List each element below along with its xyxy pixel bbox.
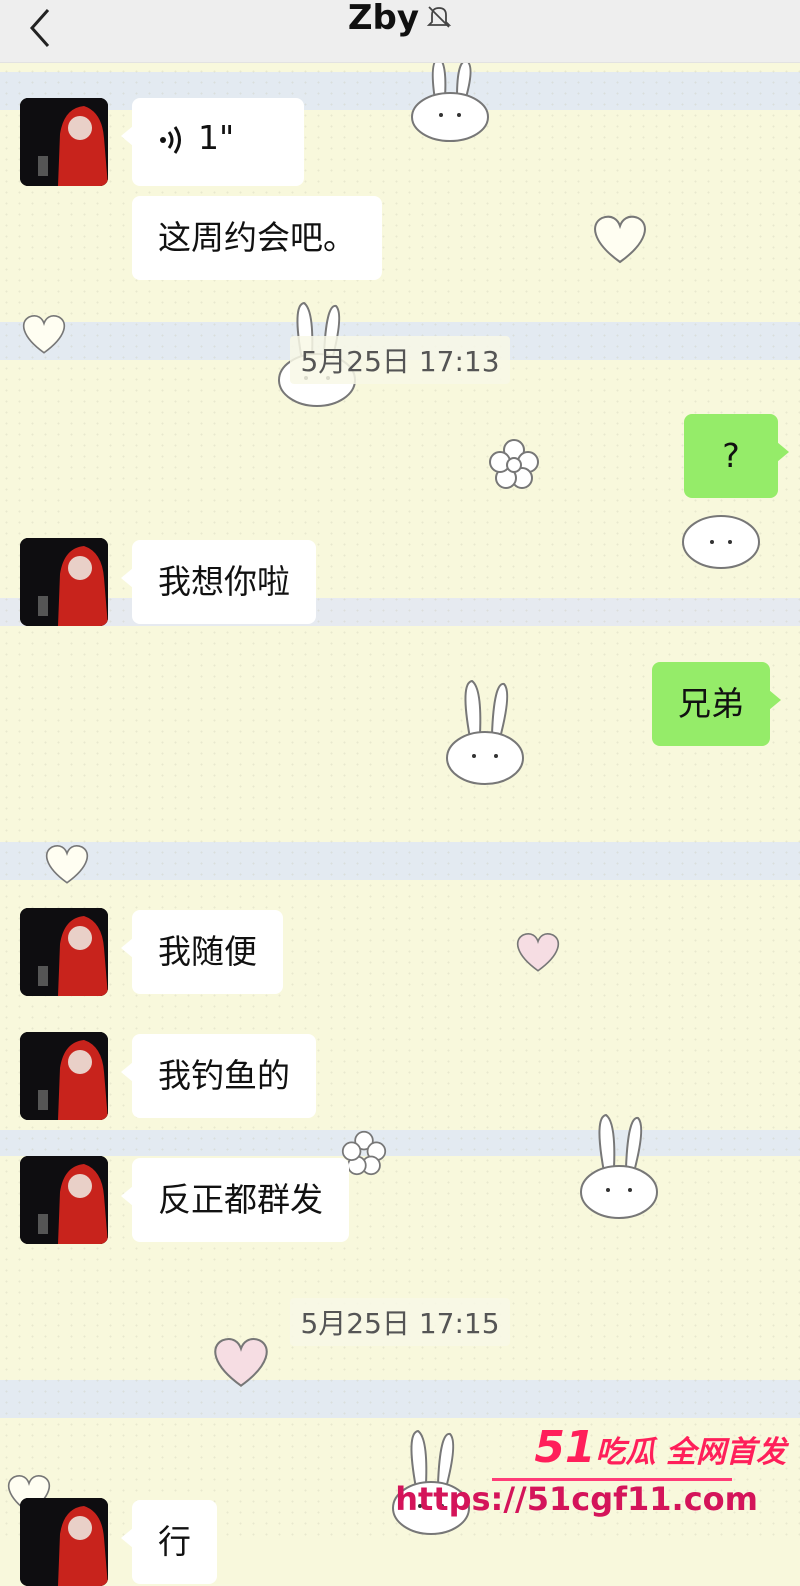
chat-title-bar: Zby [0, 0, 800, 40]
message-bubble[interactable]: 我想你啦 [121, 540, 316, 624]
message-text: 我随便 [158, 932, 257, 971]
avatar-image-icon [20, 1498, 108, 1586]
message-bubble[interactable]: 我随便 [121, 910, 283, 994]
avatar[interactable] [20, 908, 108, 996]
message-list[interactable]: 1" 这周约会吧。 5月25日 17:13 ? 我想你啦 兄弟 我随便 我钓鱼的… [0, 0, 800, 1586]
watermark-number: 51 [534, 1422, 596, 1473]
message-text: 这周约会吧。 [158, 218, 356, 257]
outgoing-message-bubble[interactable]: ? [684, 414, 789, 498]
message-text: 反正都群发 [158, 1180, 323, 1219]
message-text: ? [722, 436, 740, 475]
avatar-image-icon [20, 908, 108, 996]
avatar[interactable] [20, 98, 108, 186]
timestamp: 5月25日 17:15 [0, 1298, 800, 1346]
message-bubble[interactable]: 我钓鱼的 [121, 1034, 316, 1118]
avatar-image-icon [20, 1156, 108, 1244]
avatar[interactable] [20, 538, 108, 626]
bell-muted-icon [426, 6, 452, 28]
voice-wave-icon [160, 125, 181, 154]
avatar-image-icon [20, 1032, 108, 1120]
avatar[interactable] [20, 1156, 108, 1244]
message-bubble[interactable]: 反正都群发 [121, 1158, 349, 1242]
watermark-brand: 51吃瓜 全网首发 [534, 1422, 786, 1473]
contact-name[interactable]: Zby [348, 0, 419, 38]
avatar[interactable] [20, 1032, 108, 1120]
message-bubble[interactable]: 行 [121, 1500, 217, 1584]
message-bubble[interactable]: 这周约会吧。 [132, 196, 382, 280]
chat-header: Zby [0, 0, 800, 63]
message-text: 我想你啦 [158, 562, 290, 601]
avatar[interactable] [20, 1498, 108, 1586]
watermark-brand-text: 吃瓜 全网首发 [595, 1435, 786, 1470]
message-text: 兄弟 [678, 684, 744, 723]
outgoing-message-bubble[interactable]: 兄弟 [652, 662, 781, 746]
voice-duration: 1" [198, 118, 235, 157]
voice-message-bubble[interactable]: 1" [121, 98, 304, 186]
message-text: 行 [158, 1522, 191, 1561]
watermark-url: https://51cgf11.com [395, 1480, 758, 1518]
timestamp-text: 5月25日 17:15 [290, 1298, 510, 1346]
message-text: 我钓鱼的 [158, 1056, 290, 1095]
avatar-image-icon [20, 538, 108, 626]
avatar-image-icon [20, 98, 108, 186]
timestamp: 5月25日 17:13 [0, 336, 800, 384]
timestamp-text: 5月25日 17:13 [290, 336, 510, 384]
site-watermark: 51吃瓜 全网首发 https://51cgf11.com [395, 1418, 792, 1538]
